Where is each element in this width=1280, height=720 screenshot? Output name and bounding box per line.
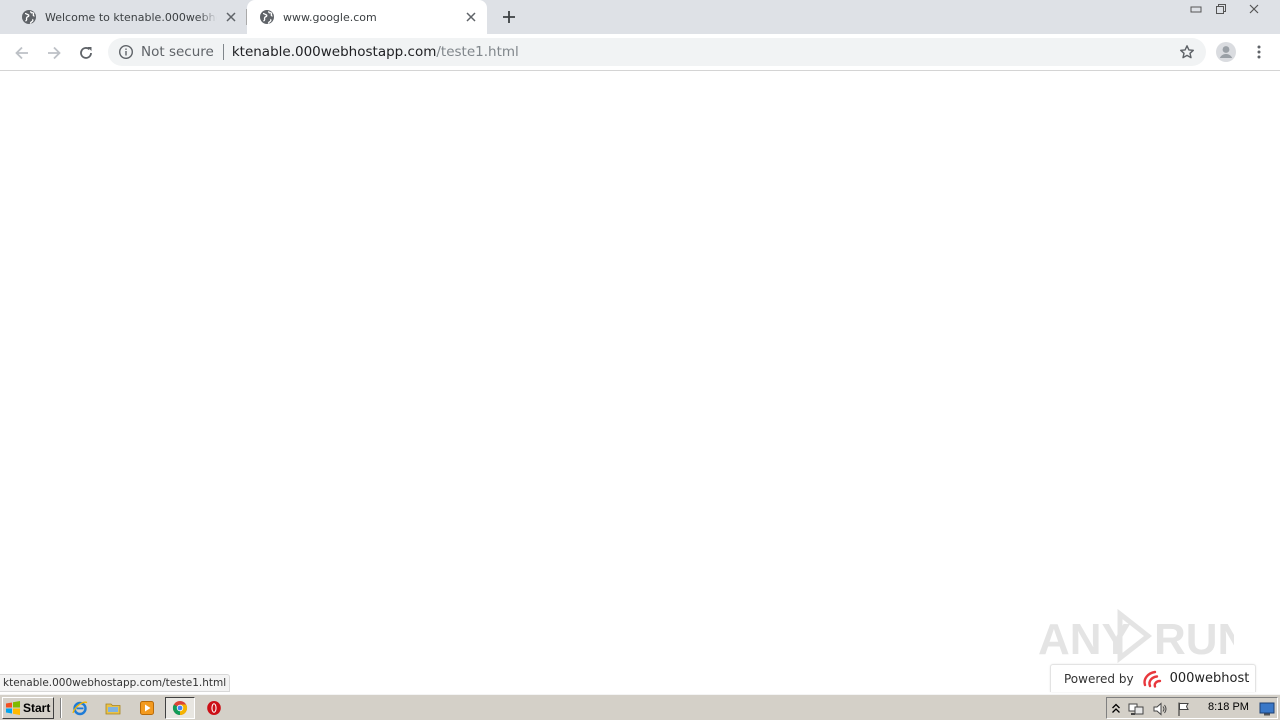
network-icon[interactable] <box>1128 701 1144 717</box>
address-bar[interactable]: Not secure ktenable.000webhostapp.com/te… <box>108 38 1206 66</box>
globe-icon <box>21 9 37 25</box>
windows-logo-icon <box>5 700 21 716</box>
restore-icon[interactable] <box>1209 0 1233 18</box>
clock[interactable]: 8:18 PM <box>1208 701 1249 713</box>
media-player-icon[interactable] <box>138 699 156 717</box>
kebab-menu-icon[interactable] <box>1250 42 1268 62</box>
arrow-left-icon[interactable] <box>11 42 33 64</box>
000webhost-logo-icon <box>1142 670 1164 688</box>
start-button[interactable]: Start <box>2 697 54 719</box>
taskbar-separator <box>60 698 62 718</box>
start-label: Start <box>23 701 51 715</box>
powered-brand: 000webhost <box>1169 671 1250 686</box>
opera-icon[interactable] <box>205 699 223 717</box>
volume-icon[interactable] <box>1152 701 1168 717</box>
tab-close-icon[interactable] <box>223 9 239 25</box>
ie-icon[interactable] <box>71 699 89 717</box>
anyrun-watermark: ANY RUN <box>1038 608 1249 664</box>
taskbar: Start 8:18 PM <box>0 694 1280 720</box>
flag-icon[interactable] <box>1176 701 1192 717</box>
folder-icon[interactable] <box>104 699 122 717</box>
close-icon[interactable] <box>1235 0 1273 18</box>
security-label[interactable]: Not secure <box>141 44 214 60</box>
watermark-text-any: ANY <box>1038 615 1131 664</box>
watermark-text-run: RUN <box>1154 615 1234 664</box>
browser-toolbar: Not secure ktenable.000webhostapp.com/te… <box>0 34 1280 71</box>
tab-close-icon[interactable] <box>463 9 479 25</box>
tab-title: www.google.com <box>283 10 377 24</box>
powered-label: Powered by <box>1064 671 1134 686</box>
status-bubble: ktenable.000webhostapp.com/teste1.html <box>0 674 231 692</box>
powered-by-badge[interactable]: Powered by 000webhost <box>1050 664 1256 692</box>
tab-strip: Welcome to ktenable.000webhostapp.com ww… <box>0 0 1280 34</box>
url-path: /teste1.html <box>436 44 519 60</box>
globe-icon <box>259 9 275 25</box>
arrow-up-icon[interactable] <box>1108 701 1124 717</box>
minimize-icon[interactable] <box>1184 0 1208 18</box>
tab-welcome[interactable]: Welcome to ktenable.000webhostapp.com <box>10 0 247 34</box>
plus-icon[interactable] <box>499 7 519 27</box>
chrome-icon[interactable] <box>165 697 195 719</box>
tab-title: Welcome to ktenable.000webhostapp.com <box>45 10 217 24</box>
star-icon[interactable] <box>1179 44 1195 60</box>
page-content <box>0 72 1280 692</box>
reload-icon[interactable] <box>75 42 97 64</box>
avatar-icon[interactable] <box>1215 41 1237 63</box>
tab-google[interactable]: www.google.com <box>247 0 487 34</box>
system-tray: 8:18 PM <box>1106 697 1278 719</box>
info-icon[interactable] <box>118 44 134 60</box>
omnibox-divider <box>222 44 224 60</box>
arrow-right-icon[interactable] <box>43 42 65 64</box>
desktop-icon[interactable] <box>1259 701 1275 717</box>
url-host: ktenable.000webhostapp.com <box>231 44 437 60</box>
